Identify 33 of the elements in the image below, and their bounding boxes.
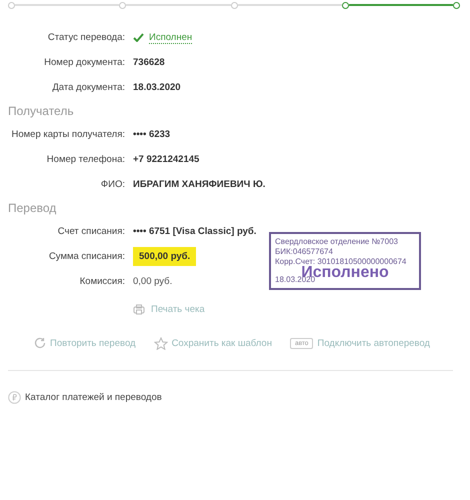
field-value: ИБРАГИМ ХАНЯФИЕВИЧ Ю. [133, 179, 266, 190]
field-label: Дата документа: [51, 82, 126, 93]
check-icon [133, 33, 144, 42]
status-value: Исполнен [149, 32, 192, 44]
action-link[interactable]: Подключить автоперевод [317, 338, 430, 348]
field-value: •••• 6233 [133, 129, 170, 140]
field-value: 736628 [133, 57, 165, 68]
amount-value: 500,00 руб. [133, 247, 196, 266]
stamp-text: Корр.Счет: 30101810500000000674 [275, 257, 408, 266]
field-value: +7 9221242145 [133, 154, 200, 165]
section-title: Перевод [7, 200, 58, 217]
field-label: Номер документа: [43, 57, 126, 68]
action-link[interactable]: Повторить перевод [50, 338, 136, 348]
stamp-text: БИК:046577674 [275, 247, 334, 257]
catalog-link[interactable]: Каталог платежей и переводов [8, 391, 162, 404]
field-value: •••• 6751 [Visa Classic] руб. [133, 226, 256, 237]
star-icon [154, 336, 168, 350]
field-label: Номер телефона: [46, 154, 126, 165]
print-receipt-link[interactable]: Печать чека [151, 304, 205, 314]
ruble-icon [8, 391, 21, 404]
field-label: Сумма списания: [48, 251, 126, 262]
refresh-icon [34, 337, 46, 349]
stamp-text: Свердловское отделение №7003 [275, 237, 399, 247]
field-value: 18.03.2020 [133, 82, 181, 93]
field-label: ФИО: [100, 179, 126, 190]
section-title: Получатель [7, 103, 75, 120]
field-label: Номер карты получателя: [10, 129, 126, 140]
printer-icon [133, 304, 145, 314]
field-label: Статус перевода: [46, 32, 126, 43]
field-value: 0,00 руб. [133, 276, 172, 287]
field-label: Комиссия: [78, 276, 126, 287]
field-label: Счет списания: [56, 226, 126, 237]
action-link[interactable]: Сохранить как шаблон [172, 338, 272, 348]
